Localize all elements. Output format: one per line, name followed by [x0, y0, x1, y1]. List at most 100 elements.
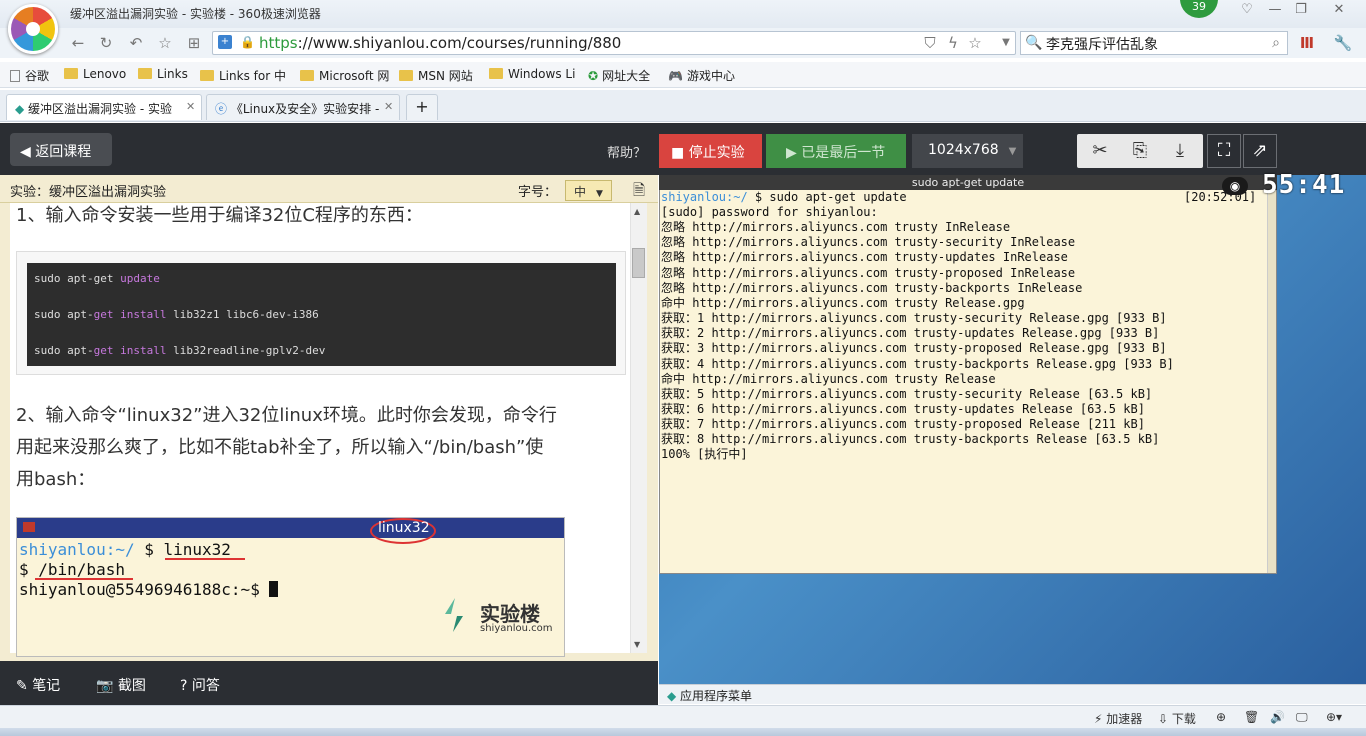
terminal-line: 获取：5 http://mirrors.aliyuncs.com trusty-…: [661, 386, 1153, 401]
search-engine-icon[interactable]: 🔍: [1024, 33, 1044, 53]
notes-button[interactable]: ✎ 笔记: [16, 675, 60, 695]
trash-icon[interactable]: 🗑: [1244, 710, 1259, 724]
bookmark-games[interactable]: 🎮 游戏中心: [668, 67, 735, 84]
skin-icon[interactable]: ♡: [1238, 2, 1256, 18]
eye-icon[interactable]: ◉: [1222, 177, 1248, 195]
screenshot-button[interactable]: 📷 截图: [96, 675, 146, 695]
folder-icon: [300, 70, 314, 81]
brand-url: shiyanlou.com: [480, 623, 553, 634]
zoom-icon[interactable]: ⊕▾: [1326, 710, 1342, 724]
app-menu-icon: ◆: [667, 689, 681, 703]
bookmark-links-for[interactable]: Links for 中: [200, 67, 286, 84]
folder-icon: [138, 68, 152, 79]
search-icon[interactable]: ⌕: [1266, 33, 1286, 53]
tab-linux-security[interactable]: ⓔ 《Linux及安全》实验安排 -: [206, 94, 400, 120]
refresh-icon[interactable]: ↻: [96, 33, 116, 53]
tab-buffer-overflow[interactable]: ◆ 缓冲区溢出漏洞实验 - 实验: [6, 94, 202, 120]
security-shield-icon[interactable]: +: [218, 35, 232, 49]
terminal-line: 获取：6 http://mirrors.aliyuncs.com trusty-…: [661, 401, 1145, 416]
lightning-icon[interactable]: ϟ: [943, 33, 963, 53]
url-text[interactable]: https://www.shiyanlou.com/courses/runnin…: [259, 34, 621, 52]
terminal-line: 获取：4 http://mirrors.aliyuncs.com trusty-…: [661, 356, 1174, 371]
back-arrow-icon[interactable]: ←: [68, 33, 88, 53]
terminal-scrollbar[interactable]: [1267, 190, 1276, 573]
camera-icon: 📷: [96, 678, 118, 694]
terminal-line: 命中 http://mirrors.aliyuncs.com trusty Re…: [661, 295, 1025, 310]
dropdown-arrow-icon[interactable]: ▼: [996, 33, 1016, 53]
stop-lab-button[interactable]: ■ 停止实验: [659, 134, 762, 168]
open-external-icon[interactable]: ⇗: [1243, 134, 1277, 168]
maximize-icon[interactable]: ❐: [1292, 2, 1310, 18]
clipboard-icon[interactable]: ⎘: [1120, 134, 1160, 168]
image-title: linux32: [378, 520, 430, 536]
terminal-line: 忽略 http://mirrors.aliyuncs.com trusty-se…: [661, 235, 1076, 250]
bookmark-windows[interactable]: Windows Li: [489, 67, 575, 81]
back-to-course-button[interactable]: ◀ 返回课程: [10, 133, 112, 166]
bookmark-lenovo[interactable]: Lenovo: [64, 67, 126, 81]
code-line: sudo apt-get install lib32readline-gplv2…: [34, 344, 326, 357]
bookmark-msn[interactable]: MSN 网站: [399, 67, 473, 84]
scissors-icon[interactable]: ✂: [1080, 134, 1120, 168]
extension-icon[interactable]: Ⅲ: [1297, 33, 1317, 53]
step-2-line: 用bash：: [16, 469, 96, 490]
shield-check-icon[interactable]: ⛉: [920, 33, 940, 53]
download-button[interactable]: ⇩ 下载: [1158, 710, 1196, 727]
rocket-icon: ⚡: [1094, 712, 1107, 726]
terminal-line: 忽略 http://mirrors.aliyuncs.com trusty In…: [661, 220, 1011, 235]
apps-grid-icon[interactable]: ⊞: [184, 33, 204, 53]
step-1-text: 1、输入命令安装一些用于编译32位C程序的东西：: [16, 205, 423, 226]
close-window-icon[interactable]: ✕: [1330, 2, 1348, 18]
lesson-title: 实验：缓冲区溢出漏洞实验: [10, 185, 167, 200]
terminal-line: 获取：2 http://mirrors.aliyuncs.com trusty-…: [661, 326, 1160, 341]
monitor-icon[interactable]: 🖵: [1296, 710, 1308, 725]
terminal-icon: [23, 522, 35, 532]
new-tab-button[interactable]: +: [406, 94, 438, 120]
undo-icon[interactable]: ↶: [126, 33, 146, 53]
document-icon[interactable]: 🗎: [633, 180, 645, 205]
terminal-line: 获取：8 http://mirrors.aliyuncs.com trusty-…: [661, 432, 1160, 447]
bookmark-star-icon[interactable]: ☆: [965, 33, 985, 53]
download-icon[interactable]: ⤓: [1160, 134, 1200, 168]
volume-icon[interactable]: 🔊: [1270, 710, 1285, 724]
scroll-down-icon[interactable]: ▼: [634, 640, 640, 649]
fullscreen-icon[interactable]: ⛶: [1207, 134, 1241, 168]
font-size-select[interactable]: 中 ▼: [565, 180, 612, 201]
tab-close-icon[interactable]: ✕: [384, 100, 393, 113]
step-2-line: 2、输入命令“linux32”进入32位linux环境。此时你会发现，命令行: [16, 405, 557, 426]
apps-menu-button[interactable]: 应用程序菜单: [680, 689, 752, 703]
last-section-button[interactable]: ▶ 已是最后一节: [766, 134, 906, 168]
terminal-line: 100% [执行中]: [661, 447, 748, 462]
scroll-thumb[interactable]: [632, 248, 645, 278]
scroll-up-icon[interactable]: ▲: [634, 207, 640, 216]
step-2-line: 用起来没那么爽了，比如不能tab补全了，所以输入“/bin/bash”使: [16, 437, 544, 458]
url-path: ://www.shiyanlou.com/courses/running/880: [297, 34, 622, 52]
windows-taskbar-strip: [0, 728, 1366, 736]
add-icon[interactable]: ⊕: [1216, 710, 1226, 724]
tools-wrench-icon[interactable]: 🔧: [1333, 33, 1353, 53]
lock-icon: 🔒: [240, 35, 255, 49]
terminal-line: 获取：1 http://mirrors.aliyuncs.com trusty-…: [661, 311, 1167, 326]
bookmark-links[interactable]: Links: [138, 67, 188, 81]
code-line: sudo apt-get update: [34, 272, 160, 285]
minimize-icon[interactable]: —: [1266, 2, 1284, 18]
terminal-line: 命中 http://mirrors.aliyuncs.com trusty Re…: [661, 371, 996, 386]
bookmark-urls[interactable]: ✪ 网址大全: [588, 67, 650, 84]
image-line: shiyanlou:~/ $ linux32: [19, 540, 231, 559]
browser-logo-icon[interactable]: [8, 4, 58, 54]
bookmark-google[interactable]: 谷歌: [10, 67, 49, 84]
site-icon: ◆: [15, 102, 29, 116]
qa-button[interactable]: ? 问答: [180, 675, 220, 695]
tab-close-icon[interactable]: ✕: [186, 100, 195, 113]
accelerator-button[interactable]: ⚡ 加速器: [1094, 710, 1142, 727]
gamepad-icon: 🎮: [668, 69, 683, 83]
url-scheme: https: [259, 34, 298, 52]
search-query: 李克强斥评估乱象: [1046, 37, 1158, 53]
resolution-select[interactable]: 1024x768 ▼: [912, 134, 1023, 168]
help-link[interactable]: 帮助？: [607, 142, 646, 161]
page-icon: [10, 70, 20, 82]
cursor-block: [269, 581, 279, 597]
lab-timer: 55:41: [1262, 170, 1346, 200]
bookmark-microsoft[interactable]: Microsoft 网: [300, 67, 389, 84]
favorite-star-icon[interactable]: ☆: [155, 33, 175, 53]
back-circle-icon: ◀: [20, 144, 36, 160]
